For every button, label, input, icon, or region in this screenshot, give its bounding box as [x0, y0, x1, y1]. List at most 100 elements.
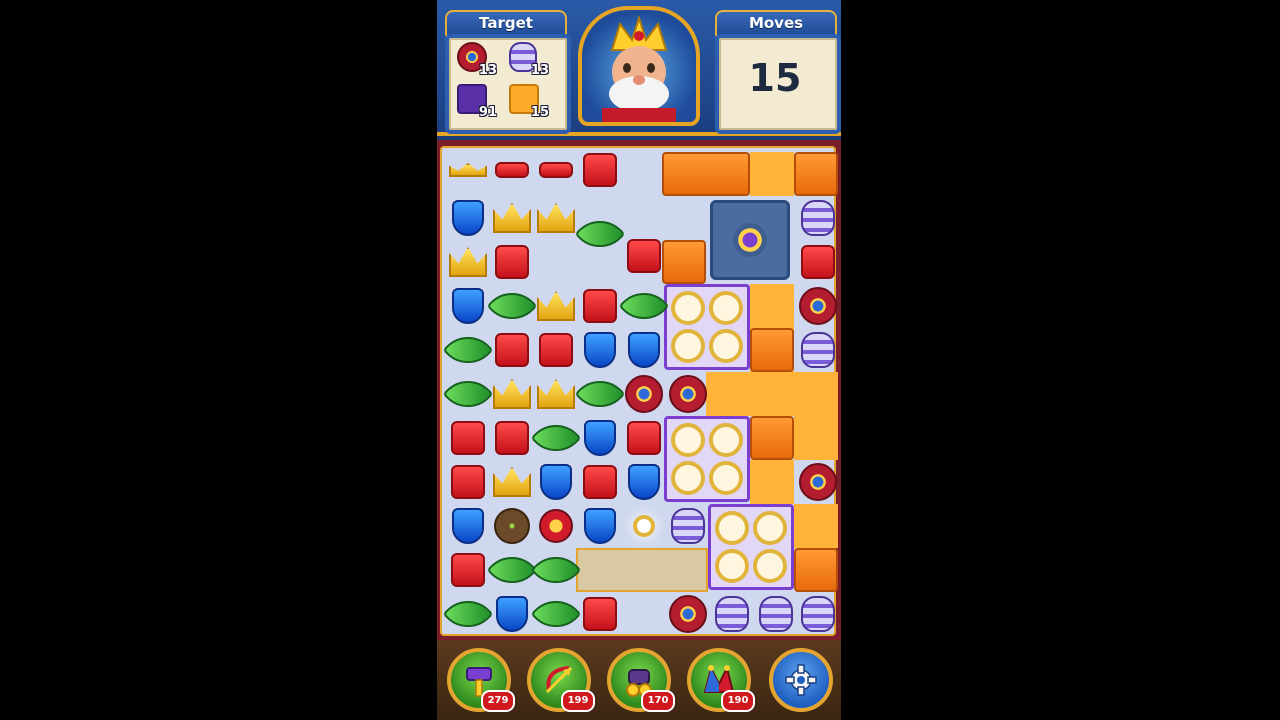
blue-gem[interactable]: [540, 464, 572, 500]
crown-gem[interactable]: [493, 379, 531, 409]
orange-block[interactable]: [750, 416, 794, 460]
king-avatar: [578, 6, 700, 126]
vase-obstacle[interactable]: [715, 596, 749, 632]
vase-obstacle[interactable]: [801, 200, 835, 236]
amber-tile: [794, 504, 838, 548]
red-gem[interactable]: [627, 239, 661, 273]
leaf-gem[interactable]: [530, 412, 582, 464]
red-gem[interactable]: [495, 421, 529, 455]
gear-icon: [785, 664, 817, 696]
leaf-gem[interactable]: [442, 588, 494, 640]
blue-gem[interactable]: [452, 200, 484, 236]
blue-gem[interactable]: [584, 420, 616, 456]
vase-obstacle[interactable]: [801, 596, 835, 632]
blue-gem[interactable]: [584, 508, 616, 544]
donut-obstacle[interactable]: [799, 463, 837, 501]
target-count: 13: [478, 63, 497, 78]
orange-block[interactable]: [662, 152, 750, 196]
vase-obstacle[interactable]: [759, 596, 793, 632]
donut-obstacle[interactable]: [669, 375, 707, 413]
red-gem[interactable]: [801, 245, 835, 279]
red-gem[interactable]: [583, 153, 617, 187]
blue-gem[interactable]: [628, 464, 660, 500]
red-gem[interactable]: [583, 465, 617, 499]
crown-gem[interactable]: [537, 291, 575, 321]
red-gem[interactable]: [583, 597, 617, 631]
red-gem[interactable]: [495, 333, 529, 367]
red-gem[interactable]: [451, 421, 485, 455]
blue-gem[interactable]: [452, 288, 484, 324]
target-count: 13: [530, 63, 549, 78]
arrow-booster[interactable]: 199: [527, 648, 595, 712]
donut-obstacle[interactable]: [799, 287, 837, 325]
blue-gem[interactable]: [584, 332, 616, 368]
leaf-gem[interactable]: [530, 544, 582, 596]
orange-block[interactable]: [750, 328, 794, 372]
amber-tile: [750, 460, 794, 504]
red-gem[interactable]: [495, 162, 529, 178]
target-count: 15: [530, 105, 549, 120]
booster-count: 199: [561, 690, 595, 712]
target-gear-icon: [733, 223, 767, 257]
booster-count: 190: [721, 690, 755, 712]
crown-gem[interactable]: [537, 203, 575, 233]
orange-block[interactable]: [662, 240, 706, 284]
moves-counter: 15: [748, 56, 802, 100]
orange-block[interactable]: [794, 548, 838, 592]
orange-block[interactable]: [794, 152, 838, 196]
donut-obstacle[interactable]: [669, 595, 707, 633]
red-gem[interactable]: [495, 245, 529, 279]
crown-gem[interactable]: [449, 247, 487, 277]
leaf-gem[interactable]: [530, 588, 582, 640]
ring-cage[interactable]: [664, 416, 750, 502]
booster-count: 279: [481, 690, 515, 712]
board-grid[interactable]: [440, 146, 838, 640]
amber-tile: [794, 416, 838, 460]
target-donut: 13: [451, 40, 499, 80]
game-screen: Target 13 13 91 15 Moves 15 279 199 170 …: [437, 0, 841, 720]
target-vase: 13: [503, 40, 551, 80]
target-orange-tile: 15: [503, 82, 551, 122]
leaf-gem[interactable]: [574, 208, 626, 260]
donut-obstacle[interactable]: [625, 375, 663, 413]
leaf-gem[interactable]: [486, 544, 538, 596]
settings-button[interactable]: [769, 648, 833, 712]
target-list: 13 13 91 15: [451, 40, 555, 124]
crown-gem[interactable]: [493, 467, 531, 497]
blue-gem[interactable]: [628, 332, 660, 368]
leaf-gem[interactable]: [486, 280, 538, 332]
target-count: 91: [478, 105, 497, 120]
red-gem[interactable]: [451, 553, 485, 587]
leaf-gem[interactable]: [442, 324, 494, 376]
color-bomb-icon[interactable]: [494, 508, 530, 544]
blue-gem[interactable]: [496, 596, 528, 632]
crown-gem[interactable]: [449, 163, 487, 177]
goal-tile: [710, 200, 790, 280]
crown-gem[interactable]: [493, 203, 531, 233]
ring-sparkle-icon: [633, 515, 655, 537]
ring-cage[interactable]: [708, 504, 794, 590]
red-gem[interactable]: [583, 289, 617, 323]
jester-bomb-icon[interactable]: [539, 509, 573, 543]
hud: Target 13 13 91 15 Moves 15: [437, 0, 841, 136]
vase-obstacle[interactable]: [671, 508, 705, 544]
game-board[interactable]: [437, 140, 841, 640]
amber-tile: [750, 152, 794, 196]
king-portrait-icon: [602, 14, 676, 122]
amber-tile: [706, 372, 838, 416]
hammer-booster[interactable]: 279: [447, 648, 515, 712]
ring-cage[interactable]: [664, 284, 750, 370]
red-gem[interactable]: [539, 333, 573, 367]
cannon-booster[interactable]: 170: [607, 648, 675, 712]
leaf-gem[interactable]: [618, 280, 670, 332]
red-gem[interactable]: [627, 421, 661, 455]
leaf-gem[interactable]: [574, 368, 626, 420]
jester-booster[interactable]: 190: [687, 648, 755, 712]
blue-gem[interactable]: [452, 508, 484, 544]
booster-count: 170: [641, 690, 675, 712]
leaf-gem[interactable]: [442, 368, 494, 420]
vase-obstacle[interactable]: [801, 332, 835, 368]
red-gem[interactable]: [451, 465, 485, 499]
red-gem[interactable]: [539, 162, 573, 178]
crown-gem[interactable]: [537, 379, 575, 409]
